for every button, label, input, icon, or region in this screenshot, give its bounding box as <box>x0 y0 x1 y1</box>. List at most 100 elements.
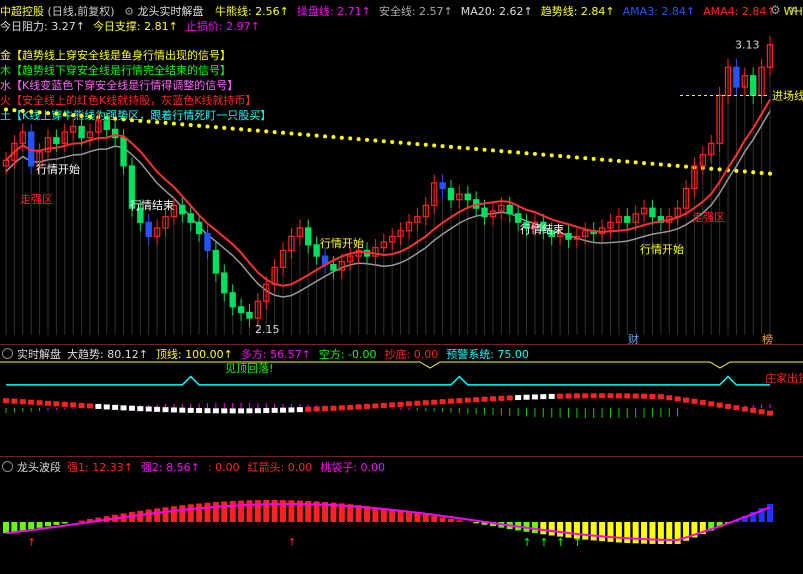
trend-block <box>263 408 270 414</box>
trend-dot <box>398 140 403 145</box>
close-icon[interactable]: ✕ <box>788 3 798 17</box>
wave-bar <box>246 500 253 522</box>
trend-dot <box>129 118 134 123</box>
trend-block <box>725 403 732 409</box>
trend-dot <box>532 151 537 156</box>
candle-body <box>229 292 236 308</box>
candle-body <box>733 66 740 88</box>
panel3-title[interactable]: 龙头波段 <box>17 461 61 474</box>
candle-body <box>195 221 203 235</box>
wave-bar <box>641 522 648 544</box>
trend-dot <box>558 154 563 159</box>
candle-body <box>481 207 488 218</box>
trend-block <box>632 393 639 399</box>
wave-bar <box>28 522 35 530</box>
signal-arrow: ↑ <box>556 536 565 549</box>
trend-block <box>338 405 345 411</box>
trend-block <box>758 409 765 415</box>
trend-block <box>3 398 9 404</box>
trend-dot <box>650 161 655 166</box>
stock-period: (日线,前复权) <box>47 5 115 18</box>
wave-bar <box>557 522 564 537</box>
settings-icon[interactable]: ⚙ <box>124 5 134 18</box>
trend-block <box>565 393 572 399</box>
trend-block <box>599 393 606 399</box>
main-price-chart[interactable]: 3.132.15进场线行情开始行情结束行情开始行情结束走强区走强区行情开始财榜 <box>0 25 803 345</box>
wave-bar <box>238 500 245 522</box>
trend-dot <box>146 119 151 124</box>
trend-dot <box>574 155 579 160</box>
header-label: 趋势线: <box>540 5 578 18</box>
trend-block <box>128 405 135 411</box>
trend-block <box>641 393 648 399</box>
trend-block <box>162 407 169 413</box>
trend-dot <box>625 159 630 164</box>
wave-bar <box>254 500 261 522</box>
trend-block <box>481 396 488 402</box>
trend-dot <box>113 116 118 121</box>
trend-dot <box>205 124 210 129</box>
trend-end-label: 行情结束 <box>130 199 174 212</box>
top-warning-label: 见顶回落! <box>225 362 273 375</box>
wave-bar <box>540 522 547 535</box>
wave-panel-chart[interactable]: ↑ ↑ ↑ ↑ ↑ ↑ <box>0 474 803 574</box>
panel3-item: 强2: 8.56↑ <box>141 461 200 474</box>
panel3-label: 红箭头: <box>247 461 285 474</box>
header-item: 牛熊线: 2.56↑ <box>215 5 289 18</box>
settings-icon[interactable]: ⚙ <box>770 3 781 17</box>
trend-block <box>691 398 698 404</box>
stock-name[interactable]: 中超控股 <box>0 5 44 18</box>
trend-block <box>322 406 329 412</box>
header-label: 牛熊线: <box>214 5 252 18</box>
wave-bar <box>137 510 144 522</box>
panel3-value: 12.33↑ <box>88 461 133 474</box>
wave-bar <box>767 503 773 522</box>
trend-block <box>355 404 362 410</box>
wave-bar <box>380 508 387 522</box>
trend-dot <box>62 112 67 117</box>
trend-block <box>313 406 320 412</box>
exit-label: 庄家出货 <box>765 371 803 385</box>
trend-dot <box>381 139 386 144</box>
trend-block <box>750 407 757 413</box>
header-value: 2.57↑ <box>415 5 453 18</box>
wave-bar <box>389 509 396 522</box>
panel-toggle-icon[interactable] <box>2 461 13 472</box>
trend-block <box>154 406 161 412</box>
trend-dot <box>171 121 176 126</box>
trend-block <box>397 401 404 407</box>
trend-block <box>557 393 564 399</box>
wave-bar <box>649 522 656 544</box>
trend-block <box>204 408 211 414</box>
trend-dot <box>323 134 328 139</box>
candle-body <box>514 213 522 223</box>
panel-toggle-icon[interactable] <box>2 348 13 359</box>
trend-dot <box>675 163 680 168</box>
trend-dot <box>79 113 84 118</box>
panel3-label: 强1: <box>67 461 89 474</box>
wave-bar <box>162 507 169 522</box>
trend-dot <box>482 147 487 152</box>
trend-dot <box>306 132 311 137</box>
wave-bar <box>422 514 429 522</box>
trend-dot <box>549 153 554 158</box>
trend-block <box>112 404 119 410</box>
trend-block <box>296 407 303 413</box>
trend-dot <box>457 145 462 150</box>
trend-block <box>330 405 337 411</box>
trend-block <box>464 397 471 403</box>
panel3-label: 桃袋子: <box>320 461 358 474</box>
trend-dot <box>717 167 722 172</box>
trend-block <box>103 404 110 410</box>
trend-dot <box>541 152 546 157</box>
trend-dot <box>516 150 521 155</box>
indicator-name[interactable]: 龙头实时解盘 <box>137 5 203 18</box>
trend-block <box>120 405 127 411</box>
header-value: 2.56↑ <box>251 5 289 18</box>
trend-dot <box>281 130 286 135</box>
header-item: AMA3: 2.84↑ <box>623 5 695 18</box>
trend-dot <box>474 147 479 151</box>
wave-bar <box>439 517 446 522</box>
realtime-panel-chart[interactable]: 见顶回落! 庄家出货 <box>0 360 803 456</box>
candle-body <box>53 137 60 144</box>
